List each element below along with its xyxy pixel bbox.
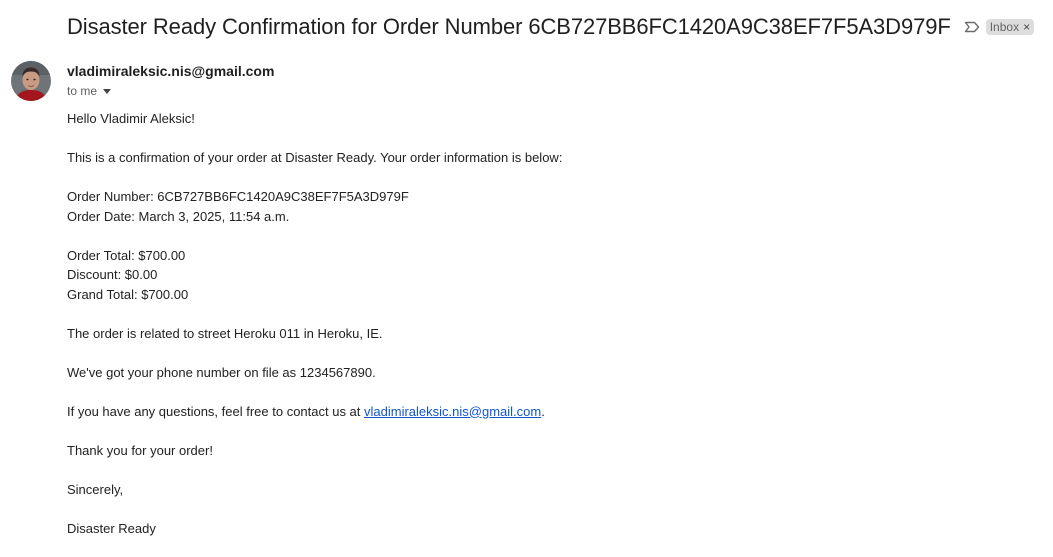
contact-suffix: . (541, 403, 545, 419)
chevron-down-icon[interactable] (103, 88, 112, 94)
importance-marker-icon[interactable] (964, 20, 980, 34)
address-line: The order is related to street Heroku 01… (67, 325, 383, 341)
order-total-line: Order Total: $700.00 (67, 247, 186, 263)
inbox-label-text: Inbox (989, 20, 1020, 34)
email-body: Hello Vladimir Aleksic! This is a confir… (67, 109, 1027, 538)
subject-row: Disaster Ready Confirmation for Order Nu… (67, 12, 1035, 42)
order-number-line: Order Number: 6CB727BB6FC1420A9C38EF7F5A… (67, 189, 409, 204)
intro-line: This is a confirmation of your order at … (67, 150, 563, 165)
contact-email-link[interactable]: vladimiraleksic.nis@gmail.com (364, 404, 541, 419)
sender-avatar[interactable] (11, 61, 51, 101)
contact-line: If you have any questions, feel free to … (67, 402, 1027, 422)
contact-prefix: If you have any questions, feel free to … (67, 403, 365, 419)
grand-total-line: Grand Total: $700.00 (67, 286, 189, 302)
inbox-label-chip: Inbox × (985, 19, 1035, 35)
order-date-line: Order Date: March 3, 2025, 11:54 a.m. (67, 208, 290, 224)
sender-email[interactable]: vladimiraleksic.nis@gmail.com (67, 63, 274, 79)
email-view: Disaster Ready Confirmation for Order Nu… (0, 0, 1053, 557)
email-subject: Disaster Ready Confirmation for Order Nu… (67, 14, 951, 39)
discount-line: Discount: $0.00 (67, 267, 158, 282)
thanks-line: Thank you for your order! (67, 442, 213, 458)
recipient-details-toggle[interactable]: to me (67, 84, 112, 98)
signature-line: Disaster Ready (67, 520, 156, 536)
closing-line: Sincerely, (67, 481, 124, 497)
phone-line: We've got your phone number on file as 1… (67, 364, 376, 380)
remove-label-icon[interactable]: × (1023, 19, 1030, 35)
recipient-label: to me (67, 84, 98, 98)
greeting-line: Hello Vladimir Aleksic! (67, 111, 195, 126)
